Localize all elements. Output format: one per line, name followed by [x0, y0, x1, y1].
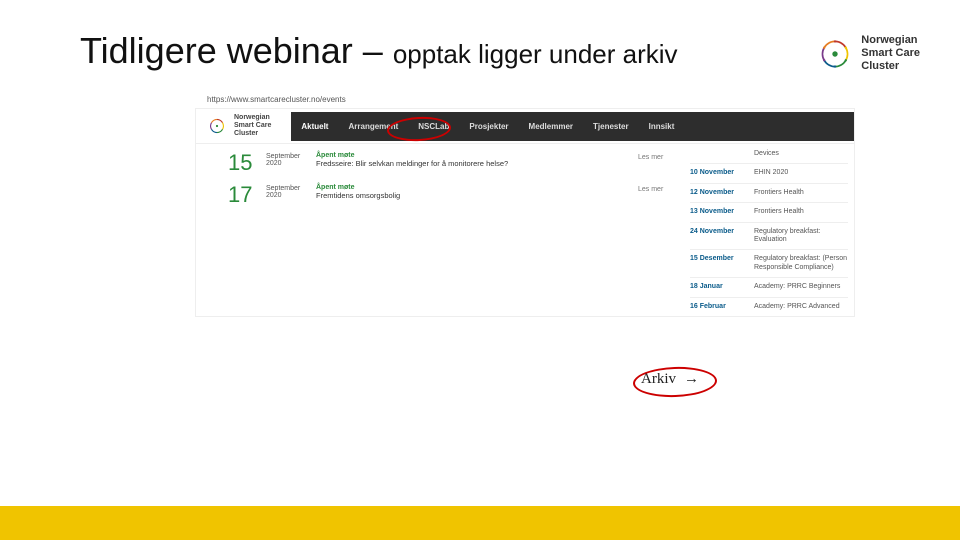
slide-footer-bar — [0, 506, 960, 540]
sidebar-date: 12 November — [690, 189, 748, 197]
title-sub: opptak ligger under arkiv — [393, 39, 678, 69]
brand-block: Norwegian Smart Care Cluster — [817, 34, 920, 74]
arkiv-link[interactable]: Arkiv → — [641, 371, 699, 388]
brand-logo-icon — [817, 36, 853, 72]
sidebar-date: 10 November — [690, 169, 748, 177]
nav-item-arrangement[interactable]: Arrangement — [338, 112, 408, 141]
brand-text: Norwegian Smart Care Cluster — [861, 34, 920, 74]
sidebar-date: 16 Februar — [690, 303, 748, 311]
sidebar-row[interactable]: 15 Desember Regulatory breakfast: (Perso… — [690, 249, 848, 277]
sidebar-row[interactable]: Devices — [690, 150, 848, 163]
sidebar-title: Academy: PRRC Beginners — [754, 283, 840, 291]
event-title: Fremtidens omsorgsbolig — [316, 191, 638, 200]
event-date: September 2020 — [266, 182, 316, 199]
nav-item-tjenester[interactable]: Tjenester — [583, 112, 639, 141]
mini-brand-line: Smart Care — [234, 122, 271, 130]
mini-brand-line: Norwegian — [234, 114, 271, 122]
event-year: 2020 — [266, 192, 316, 199]
sidebar-title: Devices — [754, 150, 779, 158]
mini-brand-text: Norwegian Smart Care Cluster — [234, 114, 271, 137]
sidebar-title: EHIN 2020 — [754, 169, 788, 177]
event-day: 15 — [228, 150, 266, 176]
event-kind: Åpent møte — [316, 152, 638, 159]
sidebar-date — [690, 150, 748, 158]
mini-logo-icon — [206, 115, 228, 137]
nav-item-prosjekter[interactable]: Prosjekter — [459, 112, 518, 141]
nav-item-medlemmer[interactable]: Medlemmer — [519, 112, 583, 141]
event-info: Åpent møte Fredsseire: Blir selvkan meld… — [316, 150, 638, 168]
arrow-right-icon: → — [684, 371, 699, 388]
sidebar-date: 15 Desember — [690, 255, 748, 272]
sidebar-title: Regulatory breakfast: Evaluation — [754, 228, 848, 245]
sidebar-row[interactable]: 16 Februar Academy: PRRC Advanced — [690, 297, 848, 316]
event-info: Åpent møte Fremtidens omsorgsbolig — [316, 182, 638, 200]
sidebar-row[interactable]: 13 November Frontiers Health — [690, 202, 848, 221]
event-day: 17 — [228, 182, 266, 208]
address-bar-url: https://www.smartcarecluster.no/events — [195, 95, 855, 104]
nav-item-aktuelt[interactable]: Aktuelt — [291, 112, 338, 141]
sidebar-title: Regulatory breakfast: (Person Responsibl… — [754, 255, 848, 272]
event-year: 2020 — [266, 160, 316, 167]
arkiv-label: Arkiv — [641, 371, 676, 388]
page-head: Norwegian Smart Care Cluster Aktuelt Arr… — [196, 109, 854, 144]
sidebar-row[interactable]: 10 November EHIN 2020 — [690, 163, 848, 182]
event-readmore-link[interactable]: Les mer — [638, 150, 678, 161]
nav-item-nsclab[interactable]: NSCLab — [408, 112, 459, 141]
title-main: Tidligere webinar – — [80, 30, 393, 71]
main-nav: Aktuelt Arrangement NSCLab Prosjekter Me… — [291, 112, 854, 141]
sidebar-row[interactable]: 18 Januar Academy: PRRC Beginners — [690, 277, 848, 296]
event-readmore-link[interactable]: Les mer — [638, 182, 678, 193]
event-date: September 2020 — [266, 150, 316, 167]
embedded-screenshot: https://www.smartcarecluster.no/events — [195, 95, 855, 405]
upcoming-sidebar: Devices 10 November EHIN 2020 12 Novembe… — [684, 144, 854, 316]
sidebar-row[interactable]: 24 November Regulatory breakfast: Evalua… — [690, 222, 848, 250]
event-kind: Åpent møte — [316, 184, 638, 191]
event-month: September — [266, 153, 316, 160]
event-row[interactable]: 15 September 2020 Åpent møte Fredsseire:… — [228, 150, 678, 176]
brand-text-line: Smart Care — [861, 47, 920, 60]
page-title: Tidligere webinar – opptak ligger under … — [80, 30, 678, 72]
brand-text-line: Cluster — [861, 60, 920, 73]
event-row[interactable]: 17 September 2020 Åpent møte Fremtidens … — [228, 182, 678, 208]
sidebar-title: Frontiers Health — [754, 208, 804, 216]
webpage: Norwegian Smart Care Cluster Aktuelt Arr… — [195, 108, 855, 317]
sidebar-date: 24 November — [690, 228, 748, 245]
events-list: 15 September 2020 Åpent møte Fredsseire:… — [196, 144, 684, 316]
event-title: Fredsseire: Blir selvkan meldinger for å… — [316, 159, 638, 168]
sidebar-row[interactable]: 12 November Frontiers Health — [690, 183, 848, 202]
brand-text-line: Norwegian — [861, 34, 920, 47]
sidebar-date: 13 November — [690, 208, 748, 216]
sidebar-title: Academy: PRRC Advanced — [754, 303, 840, 311]
sidebar-date: 18 Januar — [690, 283, 748, 291]
nav-item-innsikt[interactable]: Innsikt — [639, 112, 685, 141]
sidebar-title: Frontiers Health — [754, 189, 804, 197]
event-month: September — [266, 185, 316, 192]
mini-brand-line: Cluster — [234, 130, 271, 138]
